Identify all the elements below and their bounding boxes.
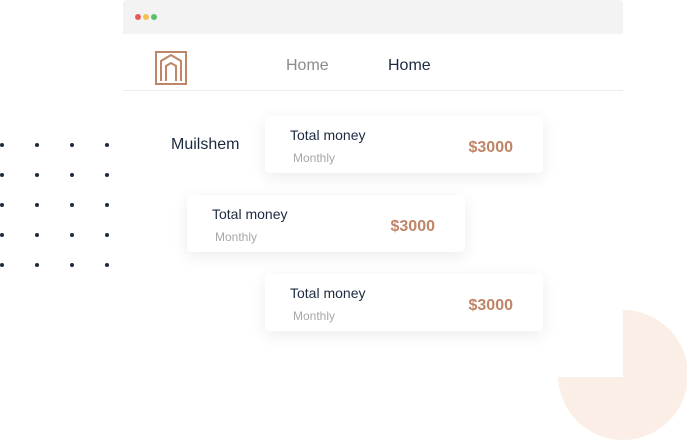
decorative-dot [0, 173, 4, 177]
close-window-dot[interactable] [135, 14, 141, 20]
minimize-window-dot[interactable] [143, 14, 149, 20]
card-amount: $3000 [390, 218, 436, 235]
card-subtitle: Monthly [293, 309, 336, 323]
window-titlebar [123, 0, 623, 34]
decorative-dot [70, 173, 74, 177]
card-title: Total money [212, 206, 288, 222]
decorative-dot [105, 233, 109, 237]
decorative-dot [35, 203, 39, 207]
house-outline-icon[interactable] [155, 51, 187, 85]
money-card[interactable]: Total money Monthly $3000 [265, 116, 543, 173]
decorative-dot [0, 233, 4, 237]
decorative-dot [105, 143, 109, 147]
decorative-dot [105, 203, 109, 207]
decorative-dot [35, 263, 39, 267]
decorative-dot [105, 173, 109, 177]
decorative-dot [70, 233, 74, 237]
decorative-dot [70, 143, 74, 147]
card-amount: $3000 [468, 139, 514, 156]
money-card[interactable]: Total money Monthly $3000 [265, 274, 543, 331]
card-title: Total money [290, 127, 366, 143]
nav-link-home-active[interactable]: Home [388, 57, 431, 75]
card-amount: $3000 [468, 297, 514, 314]
decorative-dot [0, 203, 4, 207]
maximize-window-dot[interactable] [151, 14, 157, 20]
card-subtitle: Monthly [215, 230, 258, 244]
card-title: Total money [290, 285, 366, 301]
navbar: Home Home [123, 34, 623, 91]
decorative-dot [35, 173, 39, 177]
decorative-dot [35, 233, 39, 237]
decorative-dot [105, 263, 109, 267]
decorative-dot [0, 263, 4, 267]
card-subtitle: Monthly [293, 151, 336, 165]
decorative-dot [35, 143, 39, 147]
decorative-dot [0, 143, 4, 147]
decorative-dot [70, 203, 74, 207]
nav-link-home[interactable]: Home [286, 57, 329, 75]
money-card[interactable]: Total money Monthly $3000 [187, 195, 465, 252]
decorative-dot [70, 263, 74, 267]
brand-label: Muilshem [171, 136, 240, 153]
decorative-dot-grid [0, 143, 112, 273]
